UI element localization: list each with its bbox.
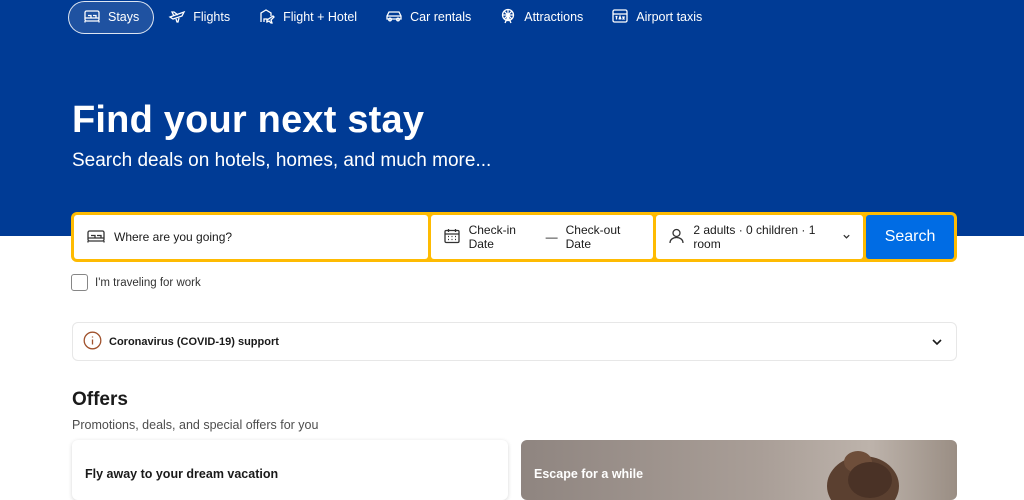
nav-item-car-rentals[interactable]: Car rentals	[371, 1, 485, 34]
guests-field[interactable]: 2 adults · 0 children · 1 room	[656, 215, 864, 259]
date-separator: —	[545, 230, 558, 244]
chevron-down-icon[interactable]	[930, 335, 944, 352]
nav-item-label: Flights	[193, 10, 231, 24]
nav-item-label: Flight + Hotel	[283, 10, 358, 24]
offer-card-escape[interactable]: Escape for a while	[521, 440, 957, 500]
nav-item-flights[interactable]: Flights	[154, 1, 244, 34]
person-icon	[668, 227, 685, 248]
covid-support-label: Coronavirus (COVID-19) support	[109, 335, 279, 348]
search-bar: Where are you going? Check-in Date — Che…	[71, 212, 957, 262]
bed-icon	[83, 7, 101, 28]
nav-item-attractions[interactable]: Attractions	[485, 1, 597, 34]
nav-item-flight-hotel[interactable]: Flight + Hotel	[244, 1, 371, 34]
nav-item-label: Car rentals	[410, 10, 472, 24]
work-travel-option[interactable]: I'm traveling for work	[71, 274, 201, 291]
offer-card-title: Fly away to your dream vacation	[85, 467, 279, 481]
date-range-field[interactable]: Check-in Date — Check-out Date	[430, 215, 654, 259]
nav-item-label: Stays	[108, 10, 140, 24]
guests-summary: 2 adults · 0 children · 1 room	[693, 223, 816, 251]
bed-icon	[86, 227, 106, 248]
nav-item-label: Airport taxis	[636, 10, 703, 24]
checkin-label: Check-in Date	[468, 223, 516, 251]
offer-card-dream-vacation[interactable]: Fly away to your dream vacation	[72, 440, 508, 500]
covid-support-accordion[interactable]: Coronavirus (COVID-19) support	[72, 322, 957, 361]
plane-icon	[168, 7, 186, 28]
flight-hotel-icon	[258, 7, 276, 28]
work-travel-checkbox[interactable]	[71, 274, 88, 291]
nav-item-label: Attractions	[524, 10, 584, 24]
hero-banner: Stays Flights Flight + Hotel Car rentals…	[0, 0, 1024, 236]
destination-field[interactable]: Where are you going?	[74, 215, 428, 259]
taxi-icon	[611, 7, 629, 28]
top-nav: Stays Flights Flight + Hotel Car rentals…	[68, 0, 716, 34]
info-icon	[83, 331, 102, 353]
nav-item-airport-taxis[interactable]: Airport taxis	[597, 1, 716, 34]
ferris-wheel-icon	[499, 7, 517, 28]
car-icon	[385, 7, 403, 28]
offer-card-photo	[827, 451, 899, 500]
offer-card-title: Escape for a while	[534, 467, 644, 481]
offers-subtitle: Promotions, deals, and special offers fo…	[72, 418, 319, 432]
calendar-icon	[443, 227, 461, 248]
destination-placeholder: Where are you going?	[114, 230, 233, 244]
page-title: Find your next stay	[72, 99, 425, 141]
nav-item-stays[interactable]: Stays	[68, 0, 155, 34]
offers-heading: Offers	[72, 389, 128, 410]
search-button[interactable]: Search	[866, 215, 954, 259]
page-subtitle: Search deals on hotels, homes, and much …	[72, 150, 492, 171]
checkout-label: Check-out Date	[565, 223, 621, 251]
work-travel-label: I'm traveling for work	[95, 276, 201, 289]
chevron-down-icon	[842, 230, 851, 244]
